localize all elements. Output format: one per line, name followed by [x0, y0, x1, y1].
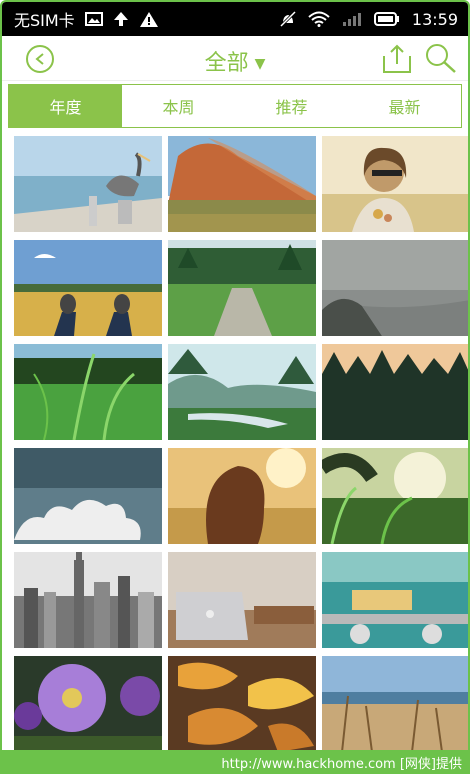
photo-tile-misty-river-valley[interactable]	[168, 344, 316, 440]
photo-tile-forest-path[interactable]	[168, 240, 316, 336]
photo-tile-purple-flowers[interactable]	[14, 656, 162, 752]
photo-tile-cloud-sky[interactable]	[14, 448, 162, 544]
dropdown-caret-icon: ▼	[254, 56, 266, 72]
tab-week[interactable]: 本周	[122, 85, 235, 127]
tab-latest[interactable]: 最新	[348, 85, 461, 127]
photo-tile-pelican-pier[interactable]	[14, 136, 162, 232]
footer-bar: http://www.hackhome.com [网侠]提供	[0, 750, 470, 774]
app-header: 全部 ▼	[2, 36, 468, 81]
battery-icon	[373, 12, 400, 26]
tab-recommended[interactable]: 推荐	[235, 85, 348, 127]
photo-tile-girl-hair-sunset[interactable]	[168, 448, 316, 544]
wifi-icon	[308, 11, 330, 27]
share-button[interactable]	[380, 44, 414, 78]
share-icon	[383, 44, 411, 73]
photo-tile-autumn-leaves[interactable]	[168, 656, 316, 752]
tab-label: 推荐	[275, 98, 308, 117]
tab-year[interactable]: 年度	[9, 85, 122, 127]
tab-label: 年度	[49, 98, 82, 117]
photo-tile-tall-grass[interactable]	[14, 344, 162, 440]
photo-tile-feet-wheat-field[interactable]	[14, 240, 162, 336]
signal-icon	[342, 12, 362, 26]
clock-time: 13:59	[411, 9, 458, 29]
photo-tile-city-skyline-bw[interactable]	[14, 552, 162, 648]
photo-tile-grass-sun-flare[interactable]	[322, 448, 468, 544]
photo-tile-girl-sunglasses[interactable]	[322, 136, 468, 232]
mute-icon	[279, 11, 296, 27]
photo-tile-red-dune[interactable]	[168, 136, 316, 232]
image-icon	[84, 12, 103, 26]
photo-tile-foggy-coast[interactable]	[322, 240, 468, 336]
tab-label: 本周	[162, 98, 195, 117]
photo-tile-vintage-car-plate[interactable]	[322, 552, 468, 648]
warning-icon	[139, 11, 159, 28]
upload-arrow-icon	[113, 11, 129, 27]
photo-tile-laptop-desk[interactable]	[168, 552, 316, 648]
status-bar: 无SIM卡 13:59	[2, 2, 468, 36]
tab-bar: 年度 本周 推荐 最新	[8, 84, 462, 128]
photo-tile-dark-forest-sunset[interactable]	[322, 344, 468, 440]
tab-label: 最新	[388, 98, 421, 117]
search-icon	[426, 44, 456, 73]
search-button[interactable]	[424, 42, 458, 78]
watermark-text: http://www.hackhome.com [网侠]提供	[221, 757, 462, 772]
page-title: 全部	[204, 51, 249, 76]
phone-frame: 无SIM卡 13:59 全部 ▼ 年度 本周 推荐 最新	[0, 0, 470, 774]
carrier-label: 无SIM卡	[14, 11, 75, 30]
photo-tile-dry-grass-sea[interactable]	[322, 656, 468, 752]
